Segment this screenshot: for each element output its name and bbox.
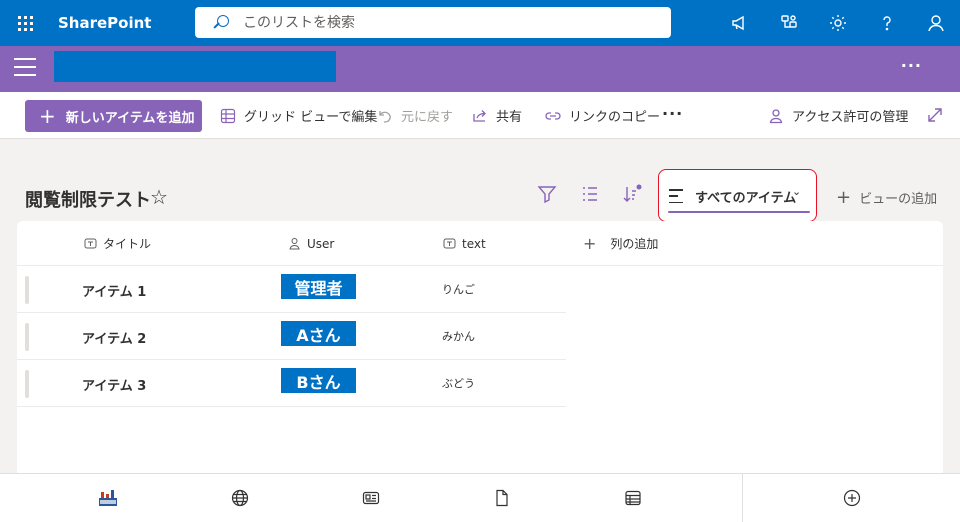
- new-item-label: 新しいアイテムを追加: [65, 110, 195, 126]
- list-title: 閲覧制限テスト: [25, 190, 151, 211]
- add-column-label: 列の追加: [610, 237, 659, 251]
- column-title-label: タイトル: [103, 237, 152, 251]
- app-launcher-waffle-icon[interactable]: [0, 0, 50, 46]
- list-title-row: 閲覧制限テスト ☆ すべてのアイテム ⌄ + ビューの追加: [0, 139, 960, 222]
- site-header: ···: [0, 46, 960, 92]
- column-header-title[interactable]: タイトル: [84, 221, 151, 266]
- add-view-label: ビューの追加: [859, 192, 938, 207]
- site-name-redacted[interactable]: [54, 51, 336, 82]
- undo-label: 元に戻す: [401, 110, 454, 125]
- command-bar: + 新しいアイテムを追加 グリッド ビューで編集 元に戻す 共有 リンクのコピー…: [0, 92, 960, 139]
- column-header-row: タイトル User text + 列の追加: [17, 221, 943, 266]
- help-icon[interactable]: [862, 0, 911, 46]
- link-icon: [545, 111, 561, 120]
- add-circle-icon[interactable]: [842, 488, 862, 508]
- add-column-button[interactable]: + 列の追加: [583, 221, 658, 266]
- expand-icon[interactable]: [926, 106, 944, 124]
- grid-icon: [220, 108, 236, 123]
- plus-icon: +: [39, 104, 56, 128]
- flow-icon[interactable]: [764, 0, 813, 46]
- plus-icon: +: [836, 186, 852, 208]
- row-user[interactable]: Aさん: [281, 321, 356, 346]
- text-field-icon: [84, 238, 97, 249]
- app-brand[interactable]: SharePoint: [58, 14, 194, 32]
- megaphone-icon[interactable]: [715, 0, 764, 46]
- share-label: 共有: [496, 110, 523, 125]
- column-user-label: User: [307, 236, 335, 251]
- site-logo-icon[interactable]: [99, 490, 117, 506]
- share-button[interactable]: 共有: [472, 92, 522, 139]
- list-icon[interactable]: [623, 488, 643, 508]
- row-select-handle[interactable]: [25, 370, 29, 398]
- manage-access-button[interactable]: アクセス許可の管理: [768, 92, 908, 139]
- globe-icon[interactable]: [230, 488, 250, 508]
- suite-bar: SharePoint: [0, 0, 960, 46]
- manage-access-label: アクセス許可の管理: [792, 110, 909, 125]
- column-header-text[interactable]: text: [443, 221, 486, 266]
- row-user[interactable]: 管理者: [281, 274, 356, 299]
- sort-icon[interactable]: [620, 183, 642, 205]
- row-text: みかん: [442, 330, 475, 343]
- text-field-icon: [443, 238, 456, 249]
- command-more-button[interactable]: ···: [662, 104, 683, 123]
- copy-link-label: リンクのコピー: [569, 110, 661, 125]
- table-row[interactable]: アイテム 2 Aさん みかん: [17, 313, 566, 360]
- row-title[interactable]: アイテム 2: [82, 328, 146, 347]
- site-more-button[interactable]: ···: [901, 56, 922, 75]
- news-icon[interactable]: [361, 488, 381, 508]
- copy-link-button[interactable]: リンクのコピー: [545, 92, 660, 139]
- grid-edit-button[interactable]: グリッド ビューで編集: [220, 92, 377, 139]
- document-icon[interactable]: [492, 488, 512, 508]
- bottom-bar-divider: [742, 474, 743, 522]
- row-text: ぶどう: [442, 377, 475, 390]
- chevron-down-icon: ⌄: [792, 185, 802, 198]
- bottom-app-bar: [0, 473, 960, 522]
- row-title[interactable]: アイテム 3: [82, 375, 146, 394]
- view-lines-icon: [669, 189, 683, 203]
- share-icon: [473, 109, 486, 122]
- menu-icon[interactable]: [14, 58, 36, 76]
- row-text: りんご: [442, 283, 475, 296]
- person-icon: [289, 238, 300, 250]
- list-panel: タイトル User text + 列の追加 アイテム 1 管理者 りんご アイテ…: [17, 221, 943, 473]
- gear-icon[interactable]: [813, 0, 862, 46]
- column-header-user[interactable]: User: [288, 221, 334, 266]
- search-box[interactable]: [195, 7, 671, 38]
- row-select-handle[interactable]: [25, 276, 29, 304]
- suite-actions: [715, 0, 960, 46]
- row-title[interactable]: アイテム 1: [82, 281, 146, 300]
- undo-button[interactable]: 元に戻す: [377, 92, 453, 139]
- column-text-label: text: [462, 236, 486, 251]
- grid-edit-label: グリッド ビューで編集: [244, 110, 378, 125]
- add-view-button[interactable]: + ビューの追加: [836, 188, 937, 207]
- view-selector-dropdown[interactable]: すべてのアイテム ⌄: [658, 169, 817, 222]
- group-by-icon[interactable]: [579, 183, 601, 205]
- current-view-label: すべてのアイテム: [695, 191, 797, 206]
- undo-icon: [379, 110, 391, 123]
- favorite-star-icon[interactable]: ☆: [150, 185, 168, 209]
- person-icon: [769, 108, 783, 123]
- search-icon: [213, 14, 229, 31]
- new-item-button[interactable]: + 新しいアイテムを追加: [25, 100, 202, 132]
- row-user[interactable]: Bさん: [281, 368, 356, 393]
- filter-icon[interactable]: [536, 183, 558, 205]
- table-row[interactable]: アイテム 1 管理者 りんご: [17, 266, 566, 313]
- plus-icon: +: [583, 233, 597, 253]
- row-select-handle[interactable]: [25, 323, 29, 351]
- account-icon[interactable]: [911, 0, 960, 46]
- table-row[interactable]: アイテム 3 Bさん ぶどう: [17, 360, 566, 407]
- search-input[interactable]: [243, 14, 623, 31]
- view-selected-underline: [668, 211, 810, 213]
